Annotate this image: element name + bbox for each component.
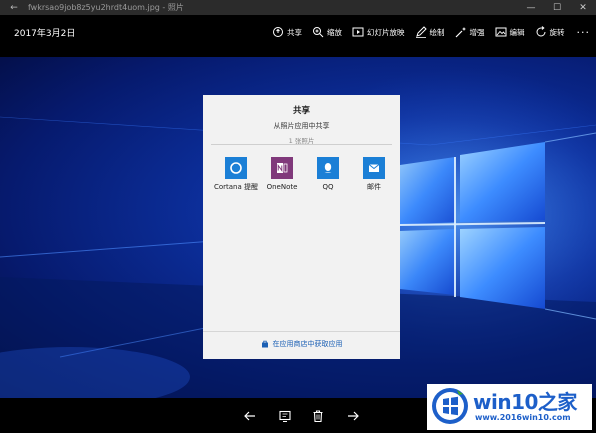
more-button[interactable]: ··· — [577, 26, 591, 39]
slideshow-icon — [279, 410, 291, 422]
share-target-label: QQ — [322, 183, 334, 191]
zoom-icon — [313, 27, 324, 38]
onenote-tile — [271, 157, 293, 179]
enhance-icon — [455, 27, 466, 38]
share-target-qq[interactable]: QQ — [305, 157, 351, 192]
share-dialog-subtitle: 从照片应用中共享 — [273, 122, 330, 130]
rotate-button[interactable]: 旋转 — [535, 26, 565, 38]
qq-tile — [317, 157, 339, 179]
window-title: fwkrsao9job8z5yu2hrdt4uom.jpg - 照片 — [28, 3, 184, 12]
zoom-button[interactable]: 缩放 — [312, 26, 342, 38]
enhance-label: 增强 — [469, 27, 485, 37]
rotate-label: 旋转 — [549, 27, 565, 37]
share-target-label: Cortana 提醒 — [213, 183, 259, 191]
slideshow-play-button[interactable] — [276, 407, 294, 425]
divider — [211, 144, 392, 145]
photos-app-window: ← fwkrsao9job8z5yu2hrdt4uom.jpg - 照片 — ☐… — [0, 0, 596, 433]
watermark-brand: win10之家 — [473, 390, 577, 414]
draw-button[interactable]: 绘制 — [415, 26, 445, 38]
back-button[interactable]: ← — [0, 3, 28, 13]
rotate-icon — [536, 26, 545, 37]
onenote-icon — [277, 163, 288, 173]
delete-button[interactable] — [309, 407, 327, 425]
close-button[interactable]: ✕ — [570, 0, 596, 15]
qq-icon — [324, 163, 332, 173]
divider — [203, 331, 400, 332]
share-label: 共享 — [287, 27, 302, 37]
photo-date: 2017年3月2日 — [14, 28, 76, 39]
cortana-icon — [230, 162, 242, 174]
site-watermark: win10之家 www.2016win10.com — [427, 384, 592, 430]
zoom-label: 缩放 — [327, 27, 342, 37]
edit-icon — [495, 27, 506, 37]
command-list: 共享 缩放 幻灯片放映 绘制 增强 编辑 旋转 ··· — [262, 26, 590, 39]
cortana-tile — [225, 157, 247, 179]
share-target-label: OneNote — [266, 183, 298, 191]
trash-icon — [313, 410, 323, 423]
share-dialog-title: 共享 — [292, 106, 310, 116]
mail-icon — [368, 164, 380, 172]
draw-icon — [415, 26, 427, 38]
share-button[interactable]: 共享 — [272, 26, 302, 38]
share-target-label: 邮件 — [367, 183, 381, 191]
win10-logo-icon — [432, 388, 468, 424]
enhance-button[interactable]: 增强 — [455, 26, 485, 38]
slideshow-button[interactable]: 幻灯片放映 — [352, 26, 405, 38]
share-target-cortana[interactable]: Cortana 提醒 — [213, 157, 259, 192]
slideshow-icon — [352, 27, 364, 37]
share-target-onenote[interactable]: OneNote — [259, 157, 305, 192]
watermark-url: www.2016win10.com — [475, 413, 571, 422]
store-link-label: 在应用商店中获取应用 — [272, 340, 343, 348]
mail-tile — [363, 157, 385, 179]
title-bar: ← fwkrsao9job8z5yu2hrdt4uom.jpg - 照片 — ☐… — [0, 0, 596, 15]
edit-button[interactable]: 编辑 — [495, 26, 525, 38]
share-dialog: 共享 从照片应用中共享 1 张照片 Cortana 提醒 OneNote QQ … — [203, 95, 400, 359]
draw-label: 绘制 — [429, 27, 445, 37]
minimize-button[interactable]: — — [518, 0, 544, 15]
edit-label: 编辑 — [509, 27, 525, 37]
maximize-button[interactable]: ☐ — [544, 0, 570, 15]
arrow-right-icon — [348, 411, 359, 421]
previous-button[interactable] — [241, 407, 259, 425]
store-icon — [261, 340, 268, 348]
command-bar: 2017年3月2日 共享 缩放 幻灯片放映 绘制 增强 编辑 旋转 ··· — [0, 15, 596, 49]
share-app-list: Cortana 提醒 OneNote QQ 邮件 — [213, 157, 397, 192]
store-link[interactable]: 在应用商店中获取应用 — [203, 339, 400, 349]
arrow-left-icon — [244, 411, 255, 421]
next-button[interactable] — [344, 407, 362, 425]
share-icon — [273, 27, 283, 37]
share-target-mail[interactable]: 邮件 — [351, 157, 397, 192]
window-controls: — ☐ ✕ — [518, 0, 596, 15]
slideshow-label: 幻灯片放映 — [367, 27, 405, 37]
